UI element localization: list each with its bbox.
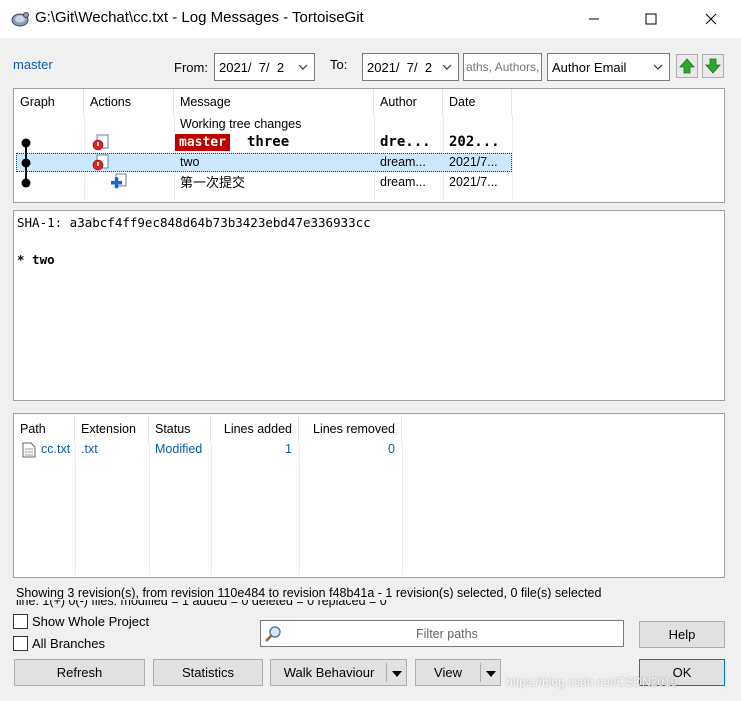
row-message: three (247, 134, 290, 150)
minimize-icon (589, 18, 599, 20)
row-date: 202... (449, 134, 500, 150)
chevron-down-icon (442, 64, 452, 70)
show-whole-project-checkbox[interactable] (13, 614, 28, 629)
maximize-button[interactable] (628, 0, 674, 38)
chevron-down-icon (298, 64, 308, 70)
walk-behaviour-label: Walk Behaviour (283, 665, 375, 680)
file-status: Modified (155, 442, 203, 456)
modified-icon (92, 134, 109, 151)
added-icon (111, 173, 127, 189)
branch-link[interactable]: master (13, 57, 53, 72)
col-date[interactable]: Date (443, 89, 512, 115)
walk-behaviour-button[interactable]: Walk Behaviour (270, 659, 407, 686)
arrow-up-icon (679, 58, 695, 74)
to-date-value: 2021/ 7/ 2 (367, 59, 433, 75)
divider (149, 442, 150, 575)
commit-message: * two (17, 252, 55, 267)
status-lines: line: 1(+) 0(-) files: modified = 1 adde… (16, 600, 726, 610)
working-tree-row[interactable]: Working tree changes (180, 115, 301, 133)
filter-field-value: Author Email (552, 59, 627, 75)
divider (211, 442, 212, 575)
col-extension[interactable]: Extension (75, 416, 149, 442)
file-extension: .txt (81, 442, 98, 456)
col-actions[interactable]: Actions (84, 89, 174, 115)
col-author[interactable]: Author (374, 89, 443, 115)
minimize-button[interactable] (571, 0, 617, 38)
col-graph[interactable]: Graph (14, 89, 84, 115)
status-summary: Showing 3 revision(s), from revision 110… (16, 586, 602, 599)
row-author: dre... (380, 134, 431, 150)
refresh-button[interactable]: Refresh (14, 659, 145, 686)
window-title: G:\Git\Wechat\cc.txt - Log Messages - To… (35, 9, 364, 26)
col-status[interactable]: Status (149, 416, 211, 442)
caret-down-icon[interactable] (392, 670, 402, 678)
to-date-picker[interactable]: 2021/ 7/ 2 (362, 53, 459, 81)
chevron-down-icon (653, 64, 663, 70)
filter-paths-input[interactable]: Filter paths (260, 620, 624, 647)
commit-detail[interactable]: SHA-1: a3abcf4ff9ec848d64b73b3423ebd47e3… (13, 210, 725, 401)
help-button[interactable]: Help (639, 621, 725, 648)
divider (402, 442, 403, 575)
tortoisegit-icon (11, 12, 29, 27)
from-date-value: 2021/ 7/ 2 (219, 59, 285, 75)
filter-field-select[interactable]: Author Email (547, 53, 670, 81)
divider (480, 663, 481, 682)
all-branches-checkbox[interactable] (13, 636, 28, 651)
commit-graph (21, 138, 31, 188)
divider (386, 663, 387, 682)
row-author: dream... (380, 155, 426, 169)
col-path[interactable]: Path (14, 416, 75, 442)
modified-icon (92, 154, 109, 171)
log-list[interactable]: Graph Actions Message Author Date Workin… (13, 88, 725, 203)
file-lines-removed: 0 (388, 442, 395, 456)
caret-down-icon[interactable] (486, 670, 496, 678)
view-button[interactable]: View (415, 659, 501, 686)
file-lines-added: 1 (285, 442, 292, 456)
arrow-down-icon (705, 58, 721, 74)
file-icon (22, 442, 36, 458)
changed-files-list[interactable]: Path Extension Status Lines added Lines … (13, 413, 725, 578)
filter-paths-placeholder: Filter paths (416, 626, 478, 641)
col-lines-removed[interactable]: Lines removed (299, 416, 402, 442)
close-button[interactable] (688, 0, 734, 38)
search-input[interactable]: aths, Authors, (463, 53, 542, 81)
view-label: View (434, 665, 462, 680)
close-icon (705, 13, 717, 25)
search-placeholder: aths, Authors, (466, 60, 540, 74)
watermark: https://blog.csdn.net/CSDN2019 (506, 675, 678, 689)
status-lines-text: line: 1(+) 0(-) files: modified = 1 adde… (16, 600, 387, 608)
row-author: dream... (380, 175, 426, 189)
commit-sha: SHA-1: a3abcf4ff9ec848d64b73b3423ebd47e3… (17, 215, 371, 230)
row-message: two (180, 155, 200, 169)
search-icon (265, 625, 281, 642)
divider (512, 115, 513, 200)
col-lines-added[interactable]: Lines added (211, 416, 299, 442)
row-date: 2021/7... (449, 175, 498, 189)
row-date: 2021/7... (449, 155, 498, 169)
to-label: To: (330, 57, 348, 72)
previous-button[interactable] (676, 54, 698, 78)
statistics-button[interactable]: Statistics (153, 659, 263, 686)
file-path[interactable]: cc.txt (41, 442, 70, 456)
show-whole-project-label: Show Whole Project (32, 614, 150, 629)
row-message: 第一次提交 (180, 175, 246, 190)
all-branches-label: All Branches (32, 636, 105, 651)
ref-badge-master[interactable]: master (175, 134, 230, 151)
from-label: From: (174, 60, 208, 75)
divider (299, 442, 300, 575)
divider (75, 442, 76, 575)
next-button[interactable] (702, 54, 724, 78)
from-date-picker[interactable]: 2021/ 7/ 2 (214, 53, 315, 81)
maximize-icon (645, 13, 657, 25)
col-message[interactable]: Message (174, 89, 374, 115)
